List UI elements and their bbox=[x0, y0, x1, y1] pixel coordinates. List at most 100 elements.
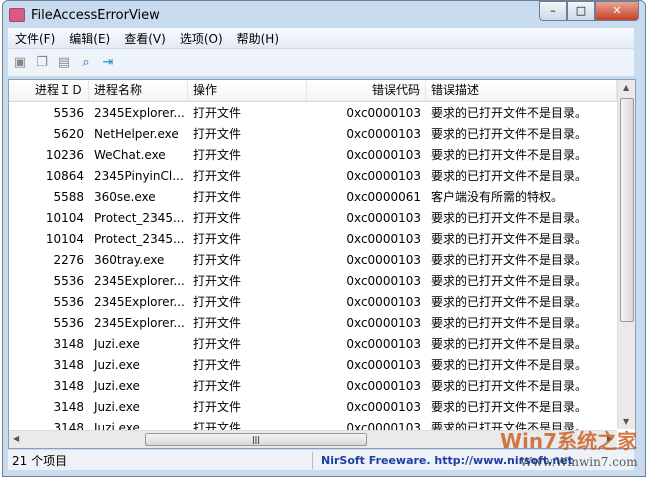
table-row[interactable]: 3148 Juzi.exe 打开文件 0xc0000103 要求的已打开文件不是目录。 bbox=[9, 397, 617, 418]
cell-process-name: 360se.exe bbox=[94, 190, 156, 204]
minimize-button[interactable]: – bbox=[539, 1, 567, 21]
table-row[interactable]: 5620 NetHelper.exe 打开文件 0xc0000103 要求的已打开文件不… bbox=[9, 124, 617, 145]
cell-operation: 打开文件 bbox=[193, 400, 242, 414]
cell-process-name: 2345Explorer... bbox=[94, 316, 185, 330]
cell-process-id: 5620 bbox=[53, 127, 84, 141]
cell-operation: 打开文件 bbox=[193, 169, 242, 183]
menu-file[interactable]: 文件(F) bbox=[8, 30, 62, 47]
cell-error-description: 要求的已打开文件不是目录。 bbox=[431, 400, 588, 414]
cell-process-id: 2276 bbox=[53, 253, 84, 267]
watermark-url: Www.Winwin7.com bbox=[520, 455, 638, 469]
cell-error-code: 0xc0000103 bbox=[346, 106, 421, 120]
menu-help[interactable]: 帮助(H) bbox=[230, 30, 286, 47]
cell-operation: 打开文件 bbox=[193, 106, 242, 120]
cell-operation: 打开文件 bbox=[193, 295, 242, 309]
cell-operation: 打开文件 bbox=[193, 148, 242, 162]
table-row[interactable]: 5536 2345Explorer... 打开文件 0xc0000103 要求的已打开文… bbox=[9, 103, 617, 124]
cell-error-description: 要求的已打开文件不是目录。 bbox=[431, 148, 588, 162]
find-icon[interactable]: ⌕ bbox=[78, 55, 94, 71]
error-list: 进程ＩＤ 进程名称 操作 错误代码 错误描述 5536 2345Explorer.… bbox=[8, 79, 636, 449]
column-process-id[interactable]: 进程ＩＤ bbox=[9, 80, 89, 101]
cell-error-description: 要求的已打开文件不是目录。 bbox=[431, 337, 588, 351]
column-process-name[interactable]: 进程名称 bbox=[89, 80, 188, 101]
cell-operation: 打开文件 bbox=[193, 379, 242, 393]
table-row[interactable]: 5536 2345Explorer... 打开文件 0xc0000103 要求的已打开文… bbox=[9, 292, 617, 313]
cell-process-name: WeChat.exe bbox=[94, 148, 166, 162]
menu-bar: 文件(F) 编辑(E) 查看(V) 选项(O) 帮助(H) bbox=[8, 28, 634, 48]
cell-process-name: 2345PinyinCl... bbox=[94, 169, 184, 183]
menu-edit[interactable]: 编辑(E) bbox=[62, 30, 117, 47]
column-error-code[interactable]: 错误代码 bbox=[307, 80, 426, 101]
cell-process-name: Protect_2345... bbox=[94, 211, 185, 225]
cell-operation: 打开文件 bbox=[193, 274, 242, 288]
cell-error-code: 0xc0000103 bbox=[346, 211, 421, 225]
cell-process-id: 3148 bbox=[53, 337, 84, 351]
horizontal-scroll-thumb[interactable]: ||| bbox=[145, 433, 367, 446]
cell-process-name: Protect_2345... bbox=[94, 232, 185, 246]
cell-process-id: 10236 bbox=[45, 148, 84, 162]
cell-operation: 打开文件 bbox=[193, 127, 242, 141]
cell-error-code: 0xc0000103 bbox=[346, 232, 421, 246]
maximize-button[interactable]: □ bbox=[567, 1, 595, 21]
save-icon[interactable]: ▣ bbox=[12, 55, 28, 71]
watermark-brand: Win7系统之家 bbox=[500, 429, 638, 453]
table-row[interactable]: 10236 WeChat.exe 打开文件 0xc0000103 要求的已打开文件不是目… bbox=[9, 145, 617, 166]
cell-process-id: 10104 bbox=[45, 211, 84, 225]
cell-process-name: 2345Explorer... bbox=[94, 106, 185, 120]
table-row[interactable]: 10104 Protect_2345... 打开文件 0xc0000103 要求的已打开… bbox=[9, 229, 617, 250]
cell-operation: 打开文件 bbox=[193, 190, 242, 204]
cell-error-description: 要求的已打开文件不是目录。 bbox=[431, 379, 588, 393]
cell-process-name: Juzi.exe bbox=[94, 400, 140, 414]
cell-process-name: 2345Explorer... bbox=[94, 295, 185, 309]
cell-error-description: 要求的已打开文件不是目录。 bbox=[431, 127, 588, 141]
cell-error-code: 0xc0000103 bbox=[346, 379, 421, 393]
cell-error-code: 0xc0000103 bbox=[346, 400, 421, 414]
toolbar: ▣ ❐ ▤ ⌕ ⇥ bbox=[8, 49, 634, 76]
vertical-scroll-thumb[interactable] bbox=[620, 98, 634, 322]
cell-error-description: 要求的已打开文件不是目录。 bbox=[431, 295, 588, 309]
cell-error-description: 要求的已打开文件不是目录。 bbox=[431, 316, 588, 330]
table-row[interactable]: 3148 Juzi.exe 打开文件 0xc0000103 要求的已打开文件不是目录。 bbox=[9, 334, 617, 355]
cell-error-description: 要求的已打开文件不是目录。 bbox=[431, 358, 588, 372]
cell-error-description: 要求的已打开文件不是目录。 bbox=[431, 232, 588, 246]
table-row[interactable]: 10104 Protect_2345... 打开文件 0xc0000103 要求的已打开… bbox=[9, 208, 617, 229]
table-row[interactable]: 5536 2345Explorer... 打开文件 0xc0000103 要求的已打开文… bbox=[9, 271, 617, 292]
cell-error-code: 0xc0000103 bbox=[346, 127, 421, 141]
cell-process-id: 5536 bbox=[53, 274, 84, 288]
cell-error-code: 0xc0000103 bbox=[346, 253, 421, 267]
cell-error-description: 要求的已打开文件不是目录。 bbox=[431, 274, 588, 288]
table-row[interactable]: 3148 Juzi.exe 打开文件 0xc0000103 要求的已打开文件不是目录。 bbox=[9, 376, 617, 397]
menu-options[interactable]: 选项(O) bbox=[173, 30, 230, 47]
cell-operation: 打开文件 bbox=[193, 253, 242, 267]
column-operation[interactable]: 操作 bbox=[188, 80, 307, 101]
close-button[interactable]: ✕ bbox=[595, 1, 639, 21]
scroll-left-icon[interactable]: ◀ bbox=[13, 434, 19, 443]
exit-icon[interactable]: ⇥ bbox=[100, 55, 116, 71]
cell-error-code: 0xc0000103 bbox=[346, 148, 421, 162]
table-row[interactable]: 5536 2345Explorer... 打开文件 0xc0000103 要求的已打开文… bbox=[9, 313, 617, 334]
copy-icon[interactable]: ❐ bbox=[34, 55, 50, 71]
cell-error-code: 0xc0000103 bbox=[346, 295, 421, 309]
scroll-up-icon[interactable]: ▲ bbox=[623, 83, 629, 92]
menu-view[interactable]: 查看(V) bbox=[117, 30, 173, 47]
table-row[interactable]: 2276 360tray.exe 打开文件 0xc0000103 要求的已打开文件不是目… bbox=[9, 250, 617, 271]
cell-process-id: 5536 bbox=[53, 295, 84, 309]
cell-error-description: 要求的已打开文件不是目录。 bbox=[431, 169, 588, 183]
table-row[interactable]: 10864 2345PinyinCl... 打开文件 0xc0000103 要求的已打开… bbox=[9, 166, 617, 187]
cell-error-description: 要求的已打开文件不是目录。 bbox=[431, 106, 588, 120]
cell-process-id: 5536 bbox=[53, 106, 84, 120]
cell-process-id: 3148 bbox=[53, 358, 84, 372]
cell-process-id: 3148 bbox=[53, 400, 84, 414]
cell-operation: 打开文件 bbox=[193, 337, 242, 351]
table-row[interactable]: 5588 360se.exe 打开文件 0xc0000061 客户端没有所需的特权。 bbox=[9, 187, 617, 208]
list-header: 进程ＩＤ 进程名称 操作 错误代码 错误描述 bbox=[9, 80, 617, 102]
cell-operation: 打开文件 bbox=[193, 232, 242, 246]
column-error-description[interactable]: 错误描述 bbox=[426, 80, 617, 101]
cell-operation: 打开文件 bbox=[193, 211, 242, 225]
properties-icon[interactable]: ▤ bbox=[56, 55, 72, 71]
cell-process-name: Juzi.exe bbox=[94, 358, 140, 372]
vertical-scrollbar[interactable]: ▲ ▼ bbox=[617, 80, 635, 429]
table-row[interactable]: 3148 Juzi.exe 打开文件 0xc0000103 要求的已打开文件不是目录。 bbox=[9, 355, 617, 376]
cell-operation: 打开文件 bbox=[193, 316, 242, 330]
cell-error-code: 0xc0000061 bbox=[346, 190, 421, 204]
